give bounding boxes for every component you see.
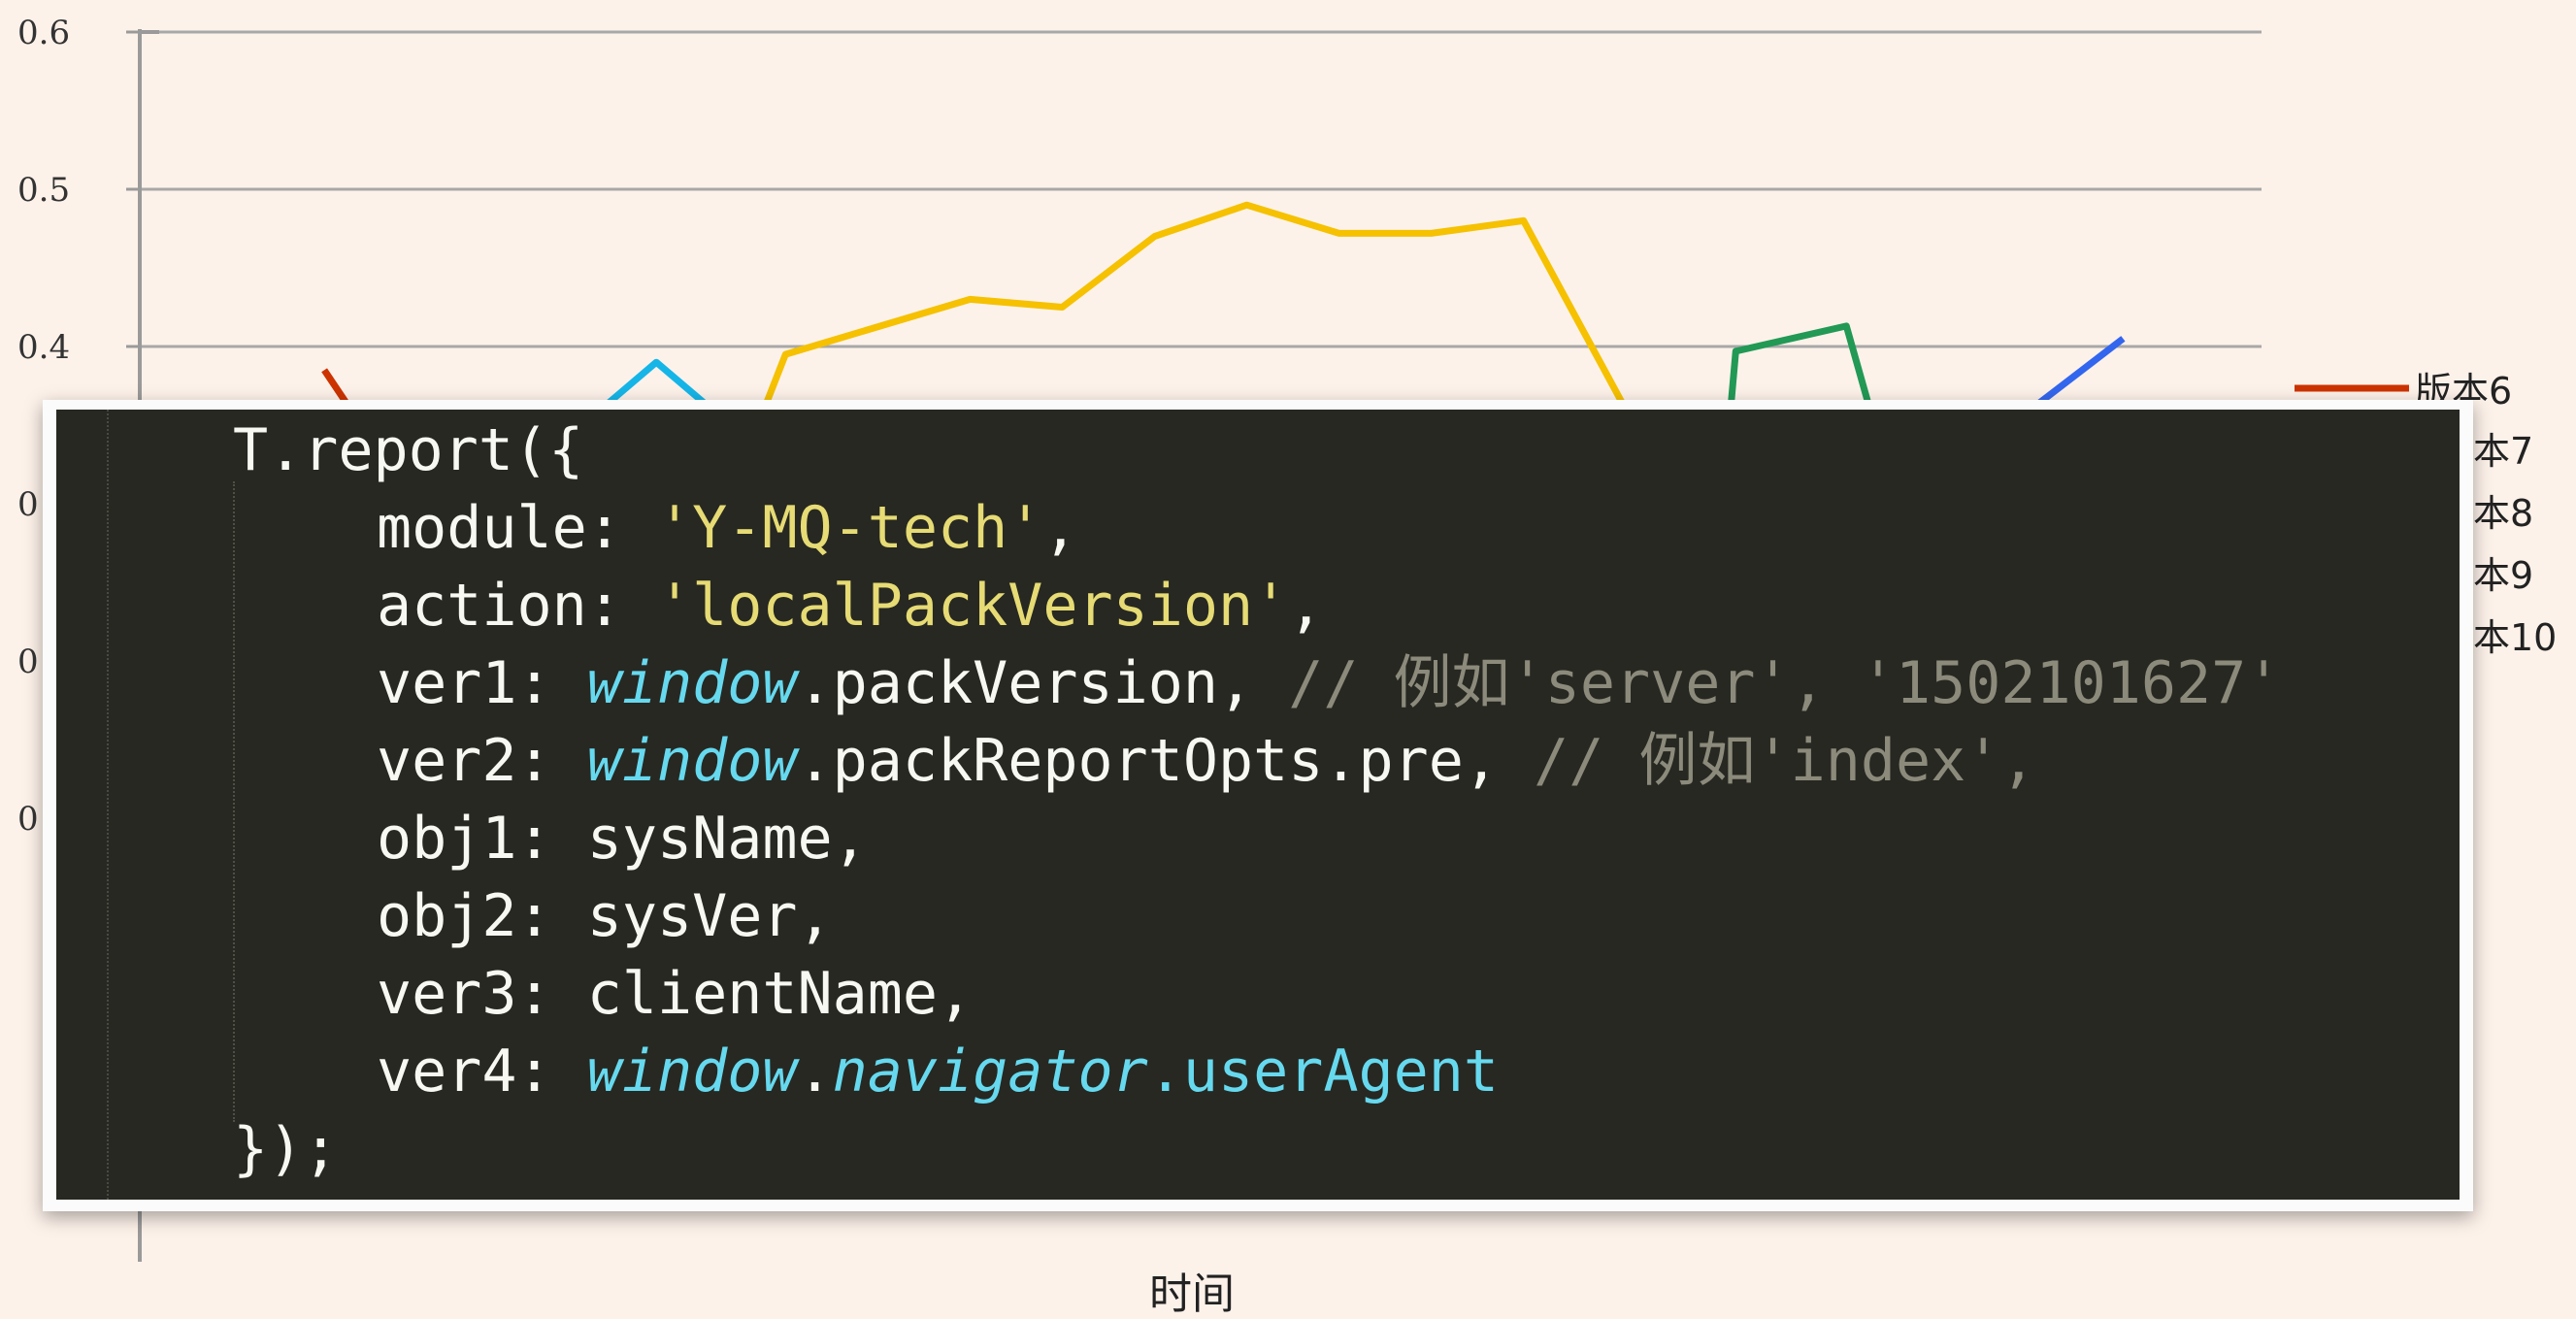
code-line-7: obj2: sysVer, — [377, 877, 833, 955]
code-global: window — [586, 727, 798, 795]
x-axis-label: 时间 — [1149, 1270, 1235, 1319]
grid-lines — [126, 30, 2262, 348]
code-line-6: obj1: sysName, — [377, 800, 868, 877]
y-tick-label: 0 — [17, 800, 39, 839]
code-string: 'Y-MQ-tech' — [656, 494, 1043, 562]
code-token: ver1: — [377, 649, 587, 717]
code-token: , — [1288, 572, 1324, 640]
legend-label: 本8 — [2473, 492, 2533, 535]
code-token: ver4: — [377, 1038, 587, 1105]
code-global: navigator — [832, 1038, 1148, 1105]
y-tick-label: 0.5 — [17, 171, 70, 210]
code-token: action: — [377, 572, 657, 640]
indent-guide — [233, 481, 235, 1122]
legend-label: 本9 — [2473, 554, 2533, 597]
code-line-2: module: 'Y-MQ-tech', — [377, 489, 1077, 567]
code-token: . — [797, 1038, 833, 1105]
code-comment: // 例如'server', '1502101627' — [1288, 649, 2282, 717]
code-comment: // 例如'index', — [1534, 727, 2036, 795]
code-global: window — [586, 1038, 798, 1105]
code-line-10: }); — [233, 1110, 338, 1188]
code-token: .packVersion, — [797, 649, 1289, 717]
code-string: 'localPackVersion' — [656, 572, 1289, 640]
code-screenshot: T.report({ module: 'Y-MQ-tech', action: … — [43, 400, 2473, 1211]
code-property: .userAgent — [1147, 1038, 1499, 1105]
code-global: window — [586, 649, 798, 717]
legend-label: 本7 — [2473, 430, 2533, 473]
code-token: ver2: — [377, 727, 587, 795]
legend-label: 本10 — [2473, 616, 2557, 659]
y-tick-label: 0 — [17, 643, 39, 681]
y-tick-label: 0.4 — [17, 328, 70, 367]
code-token: }); — [233, 1115, 339, 1183]
code-token: , — [1042, 494, 1078, 562]
code-token: T.report({ — [233, 416, 584, 484]
code-line-4: ver1: window.packVersion, // 例如'server',… — [377, 644, 2281, 722]
code-line-8: ver3: clientName, — [377, 955, 973, 1033]
code-editor-panel: T.report({ module: 'Y-MQ-tech', action: … — [56, 410, 2460, 1200]
series-line — [754, 201, 1637, 427]
y-tick-label: 0.6 — [17, 14, 70, 52]
gutter-divider — [107, 410, 109, 1200]
code-line-9: ver4: window.navigator.userAgent — [377, 1033, 1499, 1110]
code-token: .packReportOpts.pre, — [797, 727, 1535, 795]
code-token: module: — [377, 494, 657, 562]
code-line-1: T.report({ — [233, 412, 583, 489]
code-token: obj1: sysName, — [377, 805, 868, 873]
code-token: obj2: sysVer, — [377, 882, 833, 950]
code-token: ver3: clientName, — [377, 960, 974, 1028]
code-line-5: ver2: window.packReportOpts.pre, // 例如'i… — [377, 722, 2035, 800]
code-line-3: action: 'localPackVersion', — [377, 567, 1323, 644]
y-tick-label: 0 — [17, 485, 39, 524]
series-line — [2029, 336, 2126, 412]
